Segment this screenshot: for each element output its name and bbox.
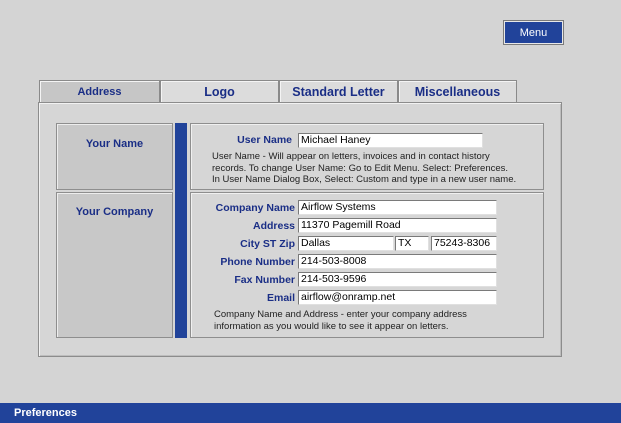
company-name-field[interactable]: Airflow Systems [298, 200, 497, 215]
company-help-line-1: Company Name and Address - enter your co… [214, 309, 467, 320]
state-field[interactable]: TX [395, 236, 429, 251]
menu-button[interactable]: Menu [503, 20, 564, 45]
your-company-section-label: Your Company [56, 192, 173, 338]
city-field[interactable]: Dallas [298, 236, 394, 251]
user-name-help-line-2: records. To change User Name: Go to Edit… [212, 162, 509, 174]
fax-number-label: Fax Number [234, 274, 295, 286]
city-st-zip-label: City ST Zip [240, 238, 295, 250]
address-field[interactable]: 11370 Pagemill Road [298, 218, 497, 233]
window-title: Preferences [14, 407, 77, 419]
status-bar: Preferences [0, 403, 621, 423]
address-label: Address [252, 220, 295, 232]
phone-number-field[interactable]: 214-503-8008 [298, 254, 497, 269]
zip-field[interactable]: 75243-8306 [431, 236, 497, 251]
company-name-label: Company Name [215, 202, 295, 214]
user-name-help-line-3: In User Name Dialog Box, Select: Custom … [212, 174, 517, 185]
tab-miscellaneous[interactable]: Miscellaneous [398, 80, 517, 103]
email-field[interactable]: airflow@onramp.net [298, 290, 497, 305]
email-label: Email [266, 292, 295, 304]
tab-standard-letter[interactable]: Standard Letter [279, 80, 398, 103]
tab-address[interactable]: Address [39, 80, 160, 103]
your-name-section-label: Your Name [56, 123, 173, 190]
company-help-line-2: information as you would like to see it … [214, 320, 449, 332]
fax-number-field[interactable]: 214-503-9596 [298, 272, 497, 287]
user-name-help-line-1: User Name - Will appear on letters, invo… [212, 151, 490, 162]
tab-logo[interactable]: Logo [160, 80, 279, 103]
user-name-field[interactable]: Michael Haney [298, 133, 483, 148]
phone-number-label: Phone Number [220, 256, 295, 268]
user-name-label: User Name [237, 134, 292, 146]
